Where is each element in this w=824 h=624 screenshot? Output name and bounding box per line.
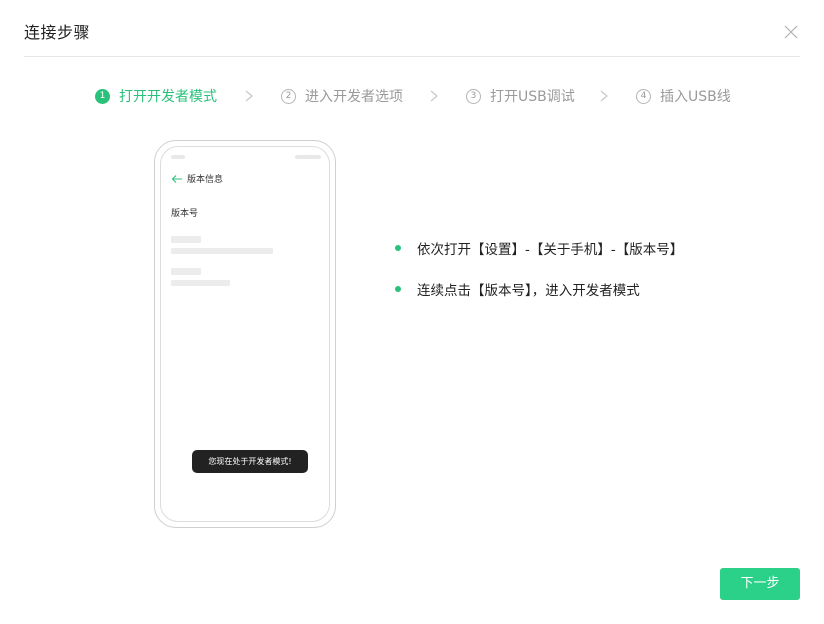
header-divider xyxy=(24,56,800,57)
phone-header-title: 版本信息 xyxy=(187,175,224,185)
instruction-text: 连续点击【版本号】，进入开发者模式 xyxy=(417,283,640,299)
step-label: 打开开发者模式 xyxy=(119,89,217,105)
chevron-right-icon xyxy=(600,90,608,102)
status-bar-right xyxy=(295,155,321,159)
connection-steps-dialog: 连接步骤 1 打开开发者模式 2 进入开发者选项 3 打开USB调试 4 插入U… xyxy=(0,0,824,624)
phone-screen: 版本信息 版本号 您现在处于开发者模式! xyxy=(160,146,330,522)
chevron-right-icon xyxy=(245,90,253,102)
step-number-icon: 4 xyxy=(636,88,651,104)
step-1[interactable]: 1 打开开发者模式 xyxy=(95,86,217,106)
instruction-item: 连续点击【版本号】，进入开发者模式 xyxy=(395,279,640,299)
phone-item-label: 版本号 xyxy=(171,209,199,219)
instruction-text: 依次打开【设置】-【关于手机】-【版本号】 xyxy=(417,242,684,258)
close-icon[interactable] xyxy=(783,24,799,40)
placeholder-bar xyxy=(171,268,201,275)
step-2[interactable]: 2 进入开发者选项 xyxy=(281,86,403,106)
back-arrow-icon xyxy=(171,175,182,183)
bullet-dot-icon xyxy=(395,286,401,292)
step-number-icon: 1 xyxy=(95,88,110,104)
bullet-dot-icon xyxy=(395,245,401,251)
placeholder-bar xyxy=(171,280,230,286)
step-label: 插入USB线 xyxy=(660,89,731,105)
status-bar-left xyxy=(171,155,185,159)
dialog-title: 连接步骤 xyxy=(24,23,91,42)
developer-mode-toast: 您现在处于开发者模式! xyxy=(192,450,308,473)
step-label: 打开USB调试 xyxy=(490,89,575,105)
step-4[interactable]: 4 插入USB线 xyxy=(636,86,731,106)
phone-illustration: 版本信息 版本号 您现在处于开发者模式! xyxy=(154,140,336,528)
step-number-icon: 3 xyxy=(466,88,481,104)
placeholder-bar xyxy=(171,248,273,254)
next-step-button[interactable]: 下一步 xyxy=(720,568,800,600)
placeholder-bar xyxy=(171,236,201,243)
step-number-icon: 2 xyxy=(281,88,296,104)
chevron-right-icon xyxy=(430,90,438,102)
step-label: 进入开发者选项 xyxy=(305,89,403,105)
instruction-item: 依次打开【设置】-【关于手机】-【版本号】 xyxy=(395,238,683,258)
step-3[interactable]: 3 打开USB调试 xyxy=(466,86,575,106)
